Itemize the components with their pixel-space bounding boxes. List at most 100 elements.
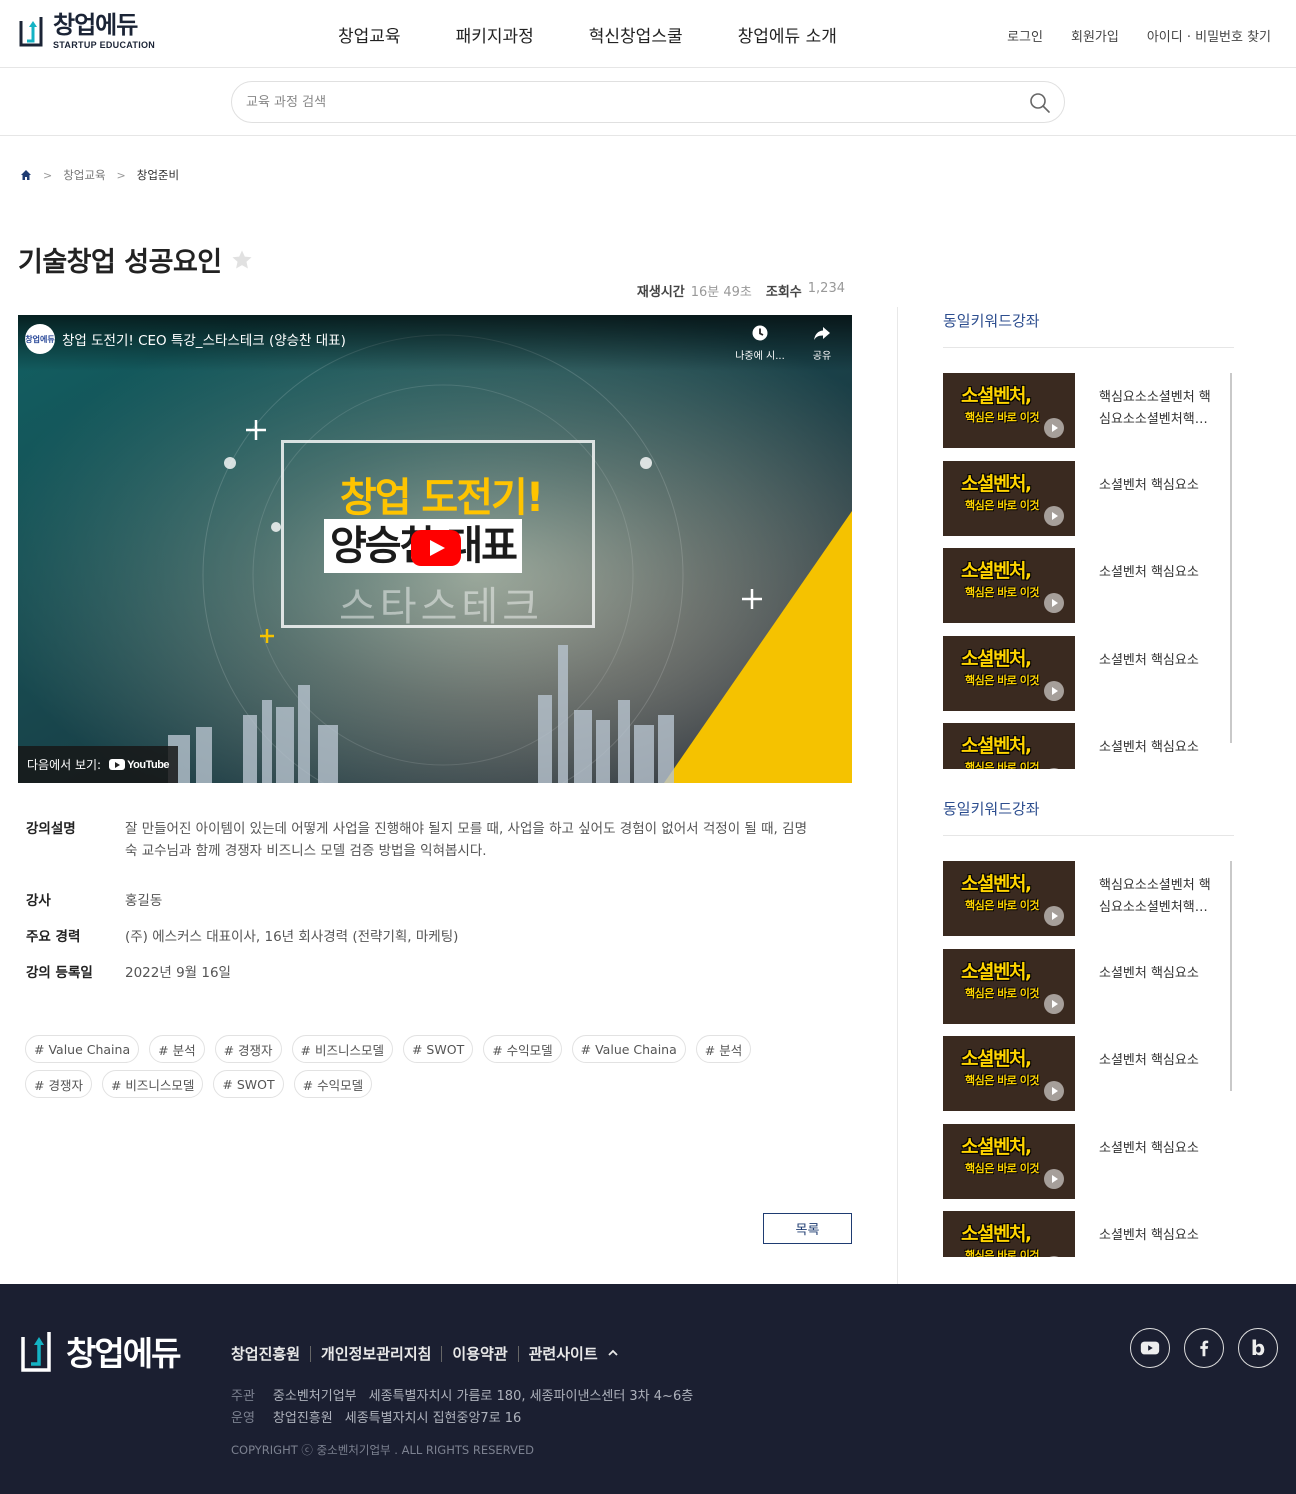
search-input[interactable] [246, 91, 1006, 113]
play-time-value: 16분 49초 [690, 285, 752, 300]
youtube-icon[interactable] [1130, 1328, 1170, 1368]
lecture-thumbnail: 소셜벤처, 핵심은 바로 이것 [943, 1124, 1075, 1199]
tag-chip[interactable]: # 경쟁자 [25, 1070, 92, 1098]
lecture-card[interactable]: 소셜벤처, 핵심은 바로 이것 소셜벤처 핵심요소 [943, 723, 1223, 769]
home-icon[interactable] [20, 169, 32, 181]
video-title[interactable]: 창업 도전기! CEO 특강_스타스테크 (양승찬 대표) [62, 329, 346, 349]
facebook-icon[interactable] [1184, 1328, 1224, 1368]
thumb-line1: 소셜벤처, [961, 1048, 1032, 1070]
lecture-thumbnail: 소셜벤처, 핵심은 바로 이것 [943, 1036, 1075, 1111]
related-lectures-title: 동일키워드강좌 [943, 798, 1234, 836]
breadcrumb-current[interactable]: 창업준비 [137, 167, 179, 183]
search-bar [0, 68, 1296, 136]
related-lectures-title: 동일키워드강좌 [943, 310, 1234, 348]
date-label: 강의 등록일 [26, 965, 93, 981]
favorite-star-icon[interactable] [230, 248, 254, 272]
search-icon[interactable] [1028, 91, 1052, 115]
play-icon [1044, 506, 1064, 526]
footer-info: 주관 중소벤처기업부 세종특별자치시 가름로 180, 세종파이낸스센터 3차 4~… [231, 1386, 705, 1430]
lecture-card-title: 소셜벤처 핵심요소 [1099, 565, 1199, 580]
tag-chip[interactable]: # 분석 [695, 1035, 752, 1063]
thumb-line2: 핵심은 바로 이것 [965, 1074, 1040, 1087]
thumb-line1: 소셜벤처, [961, 648, 1032, 670]
tag-chip[interactable]: # 경쟁자 [214, 1035, 282, 1063]
thumb-line2: 핵심은 바로 이것 [965, 411, 1040, 424]
nav-package-course[interactable]: 패키지과정 [456, 22, 534, 47]
footer-links: 창업진흥원 개인정보관리지침 이용약관 관련사이트 [231, 1343, 619, 1364]
watch-later-button[interactable]: 나중에 시... [732, 323, 788, 362]
lecture-card[interactable]: 소셜벤처, 핵심은 바로 이것 핵심요소소셜벤처 핵심요소소셜벤처핵심요소 [943, 373, 1223, 448]
main-nav: 창업교육 패키지과정 혁신창업스쿨 창업에듀 소개 [338, 22, 892, 47]
date-value: 2022년 9월 16일 [125, 965, 231, 981]
lecture-card[interactable]: 소셜벤처, 핵심은 바로 이것 소셜벤처 핵심요소 [943, 461, 1223, 536]
play-icon [1044, 1256, 1064, 1257]
footer-link-terms[interactable]: 이용약관 [452, 1343, 507, 1364]
play-icon [1044, 681, 1064, 701]
footer-operator-row: 운영 창업진흥원 세종특별자치시 집현중앙7로 16 [231, 1408, 705, 1430]
footer-link-privacy[interactable]: 개인정보관리지침 [321, 1343, 431, 1364]
signup-link[interactable]: 회원가입 [1071, 26, 1119, 45]
nav-startup-education[interactable]: 창업교육 [338, 22, 401, 47]
related-lectures-panel: 동일키워드강좌 소셜벤처, 핵심은 바로 이것 핵심요소소셜벤처 핵심요소소셜벤… [943, 310, 1234, 769]
lecture-thumbnail: 소셜벤처, 핵심은 바로 이것 [943, 861, 1075, 936]
play-button[interactable] [411, 530, 461, 566]
description-label: 강의설명 [26, 821, 76, 837]
lecture-card[interactable]: 소셜벤처, 핵심은 바로 이것 소셜벤처 핵심요소 [943, 1124, 1223, 1199]
footer-link-related-sites[interactable]: 관련사이트 [529, 1343, 619, 1364]
tag-chip[interactable]: # 비즈니스모델 [291, 1035, 393, 1063]
video-player[interactable]: 창업에듀 창업 도전기! CEO 특강_스타스테크 (양승찬 대표) 나중에 시… [18, 315, 852, 783]
footer-host-row: 주관 중소벤처기업부 세종특별자치시 가름로 180, 세종파이낸스센터 3차 4~… [231, 1386, 705, 1408]
play-icon [1044, 1081, 1064, 1101]
footer-logo[interactable]: 창업에듀 [18, 1327, 181, 1375]
lecture-card[interactable]: 소셜벤처, 핵심은 바로 이것 소셜벤처 핵심요소 [943, 548, 1223, 623]
thumb-line1: 소셜벤처, [961, 1223, 1032, 1245]
lecture-card-title: 소셜벤처 핵심요소 [1099, 966, 1199, 981]
related-lectures-list[interactable]: 소셜벤처, 핵심은 바로 이것 핵심요소소셜벤처 핵심요소소셜벤처핵심요소 소셜… [943, 861, 1234, 1257]
tag-chip[interactable]: # SWOT [213, 1070, 284, 1098]
list-button[interactable]: 목록 [763, 1213, 852, 1244]
breadcrumb-item[interactable]: 창업교육 [63, 167, 105, 183]
blog-icon[interactable]: b [1238, 1328, 1278, 1368]
footer-link-kised[interactable]: 창업진흥원 [231, 1343, 300, 1364]
login-link[interactable]: 로그인 [1007, 26, 1043, 45]
related-lectures-list[interactable]: 소셜벤처, 핵심은 바로 이것 핵심요소소셜벤처 핵심요소소셜벤처핵심요소 소셜… [943, 373, 1234, 769]
operator-address: 세종특별자치시 집현중앙7로 16 [344, 1411, 522, 1426]
info-teacher-row: 강사 홍길동 [26, 890, 162, 912]
divider [310, 1345, 312, 1362]
related-lectures-panel: 동일키워드강좌 소셜벤처, 핵심은 바로 이것 핵심요소소셜벤처 핵심요소소셜벤… [943, 798, 1234, 1257]
youtube-logo-text: YouTube [127, 758, 170, 771]
tag-chip[interactable]: # SWOT [402, 1035, 474, 1063]
tag-chip[interactable]: # 수익모델 [293, 1070, 373, 1098]
lecture-card[interactable]: 소셜벤처, 핵심은 바로 이것 핵심요소소셜벤처 핵심요소소셜벤처핵심요소 [943, 861, 1223, 936]
scrollbar[interactable] [1230, 373, 1232, 743]
share-icon [814, 327, 830, 340]
site-logo[interactable]: 창업에듀 STARTUP EDUCATION [17, 12, 155, 50]
divider [517, 1345, 519, 1362]
share-label: 공유 [812, 351, 832, 362]
logo-name: 창업에듀 [53, 11, 138, 39]
watch-on-youtube-button[interactable]: 다음에서 보기: YouTube [18, 746, 179, 783]
lecture-card[interactable]: 소셜벤처, 핵심은 바로 이것 소셜벤처 핵심요소 [943, 1036, 1223, 1111]
find-account-link[interactable]: 아이디 · 비밀번호 찾기 [1147, 26, 1271, 45]
tag-chip[interactable]: # 분석 [149, 1035, 205, 1063]
tag-chip[interactable]: # Value Chaina [571, 1035, 686, 1063]
lecture-thumbnail: 소셜벤처, 핵심은 바로 이것 [943, 723, 1075, 769]
watch-later-label: 나중에 시... [735, 351, 785, 362]
tag-chip[interactable]: # Value Chaina [25, 1035, 140, 1063]
sidebar-divider [897, 307, 898, 1284]
lecture-card[interactable]: 소셜벤처, 핵심은 바로 이것 소셜벤처 핵심요소 [943, 636, 1223, 711]
lecture-card[interactable]: 소셜벤처, 핵심은 바로 이것 소셜벤처 핵심요소 [943, 949, 1223, 1024]
lecture-card[interactable]: 소셜벤처, 핵심은 바로 이것 소셜벤처 핵심요소 [943, 1211, 1223, 1257]
site-header: 창업에듀 STARTUP EDUCATION 창업교육 패키지과정 혁신창업스쿨… [0, 0, 1296, 68]
share-button[interactable]: 공유 [794, 323, 850, 362]
channel-avatar[interactable]: 창업에듀 [25, 324, 55, 354]
tag-chip[interactable]: # 비즈니스모델 [101, 1070, 204, 1098]
nav-about[interactable]: 창업에듀 소개 [738, 22, 837, 47]
host-org: 중소벤처기업부 [272, 1389, 357, 1404]
tag-chip[interactable]: # 수익모델 [483, 1035, 562, 1063]
info-description-row: 강의설명 잘 만들어진 아이템이 있는데 어떻게 사업을 진행해야 될지 모를 … [26, 818, 815, 862]
scrollbar[interactable] [1230, 861, 1232, 1091]
thumb-line1: 소셜벤처, [961, 961, 1032, 983]
nav-innovation-school[interactable]: 혁신창업스쿨 [589, 22, 683, 47]
host-label: 주관 [231, 1389, 255, 1404]
